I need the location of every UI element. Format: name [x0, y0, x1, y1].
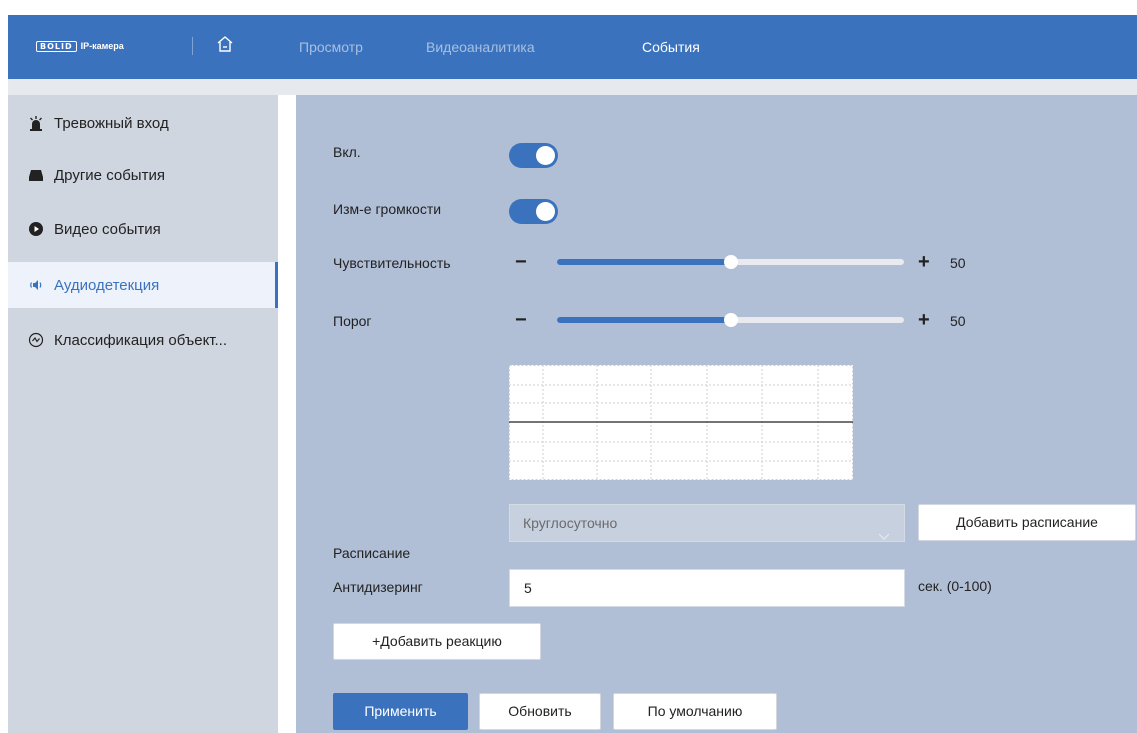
sensitivity-value: 50 [950, 255, 966, 271]
add-schedule-button[interactable]: Добавить расписание [918, 504, 1136, 541]
chevron-down-icon [878, 518, 890, 554]
antidither-label: Антидизеринг [333, 579, 423, 595]
sidebar-item-label: Классификация объект... [54, 331, 228, 349]
sidebar-item-label: Другие события [54, 166, 165, 184]
nav-video-analytics[interactable]: Видеоаналитика [426, 15, 535, 79]
enable-toggle[interactable] [509, 143, 558, 168]
threshold-increase-button[interactable]: + [918, 310, 930, 330]
threshold-thumb[interactable] [723, 313, 738, 327]
nav-view[interactable]: Просмотр [299, 15, 363, 79]
schedule-select-value: Круглосуточно [523, 515, 618, 531]
threshold-slider[interactable] [557, 313, 904, 327]
speaker-icon [28, 277, 44, 293]
volume-change-label: Изм-е громкости [333, 201, 442, 217]
apply-button[interactable]: Применить [333, 693, 468, 730]
sensitivity-increase-button[interactable]: + [918, 252, 930, 272]
audio-level-graph [509, 365, 853, 480]
logo-text: IP-камера [80, 41, 124, 51]
sidebar-item-other-events[interactable]: Другие события [8, 152, 278, 198]
enable-label: Вкл. [333, 144, 361, 160]
header-stripe [8, 79, 1137, 95]
threshold-decrease-button[interactable]: − [515, 310, 527, 330]
sensitivity-slider[interactable] [557, 255, 904, 269]
volume-change-toggle[interactable] [509, 199, 558, 224]
alarm-light-icon [28, 115, 44, 131]
sensitivity-fill [557, 259, 731, 265]
add-reaction-button[interactable]: +Добавить реакцию [333, 623, 541, 660]
refresh-button[interactable]: Обновить [479, 693, 601, 730]
sidebar-item-audio-detection[interactable]: Аудиодетекция [8, 262, 278, 308]
sidebar-item-video-events[interactable]: Видео события [8, 206, 278, 252]
logo-mark: BOLID [36, 40, 77, 52]
sensitivity-decrease-button[interactable]: − [515, 252, 527, 272]
threshold-fill [557, 317, 731, 323]
antidither-unit: сек. (0-100) [918, 578, 992, 594]
sidebar-item-label: Аудиодетекция [54, 276, 160, 294]
sidebar-item-alarm-input[interactable]: Тревожный вход [8, 100, 278, 146]
default-button[interactable]: По умолчанию [613, 693, 777, 730]
video-play-icon [28, 221, 44, 237]
sensitivity-label: Чувствительность [333, 255, 451, 271]
sidebar-item-label: Видео события [54, 220, 161, 238]
sensitivity-thumb[interactable] [723, 255, 738, 269]
sidebar-item-object-classification[interactable]: Классификация объект... [8, 317, 278, 363]
hdd-icon [28, 167, 44, 183]
threshold-value: 50 [950, 313, 966, 329]
threshold-label: Порог [333, 313, 372, 329]
top-bar: BOLID IP-камера Просмотр Видеоаналитика … [8, 15, 1137, 79]
sidebar: Тревожный вход Другие события Видео собы… [8, 95, 278, 733]
antidither-input[interactable]: 5 [509, 569, 905, 607]
home-icon[interactable] [216, 35, 234, 58]
nav-events[interactable]: События [642, 15, 700, 79]
header-divider [192, 37, 193, 55]
schedule-select[interactable]: Круглосуточно [509, 504, 905, 542]
classification-icon [28, 332, 44, 348]
sidebar-item-label: Тревожный вход [54, 114, 169, 132]
brand-logo: BOLID IP-камера [36, 40, 124, 52]
schedule-label: Расписание [333, 545, 411, 561]
